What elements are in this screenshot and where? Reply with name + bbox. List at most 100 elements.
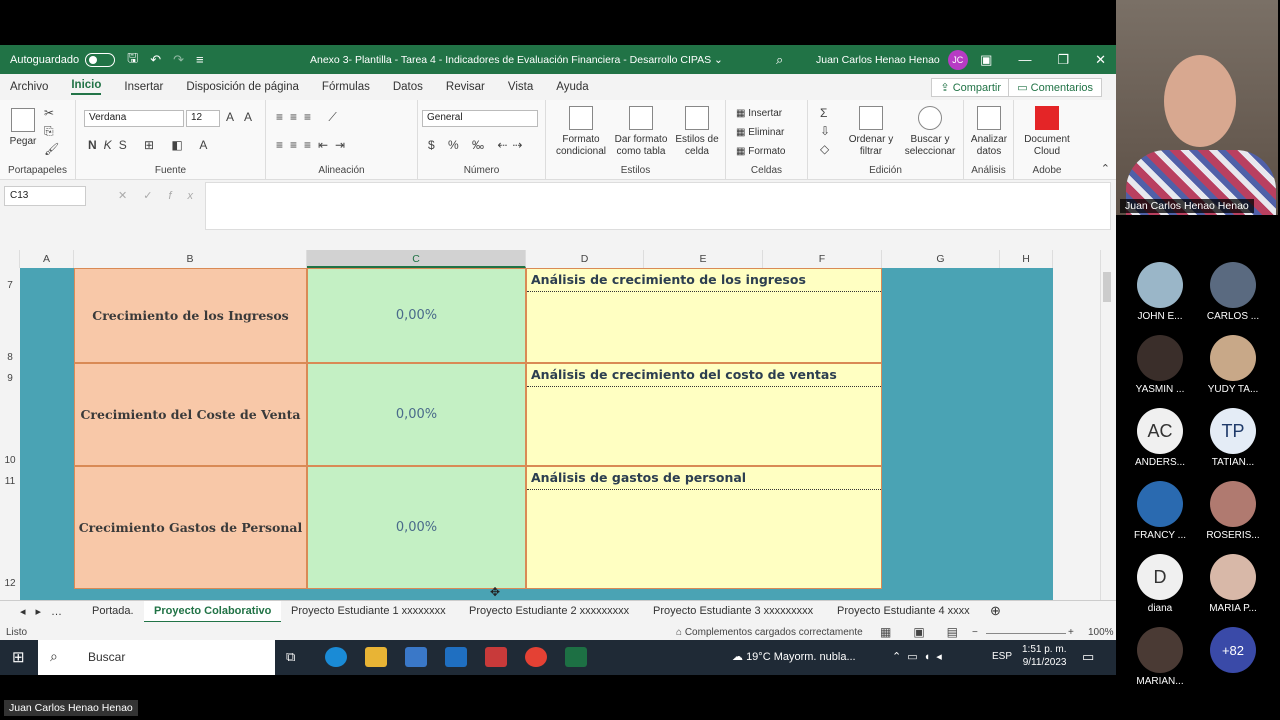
sheet-tab-estudiante-4[interactable]: Proyecto Estudiante 4 xxxx <box>837 605 970 617</box>
value-cell[interactable]: 0,00% <box>307 268 526 363</box>
participant-tile[interactable]: ROSERIS... <box>1198 481 1268 541</box>
sheet-nav-arrows[interactable]: ◂▸… <box>20 605 72 618</box>
font-name-select[interactable]: Verdana <box>84 110 184 127</box>
zoom-plus-icon[interactable]: + <box>1068 627 1074 638</box>
insert-button[interactable]: ▦ Insertar <box>736 104 785 123</box>
sheet-tab-estudiante-2[interactable]: Proyecto Estudiante 2 xxxxxxxxx <box>469 605 629 617</box>
search-icon[interactable]: ⌕ <box>776 52 783 68</box>
column-header-e[interactable]: E <box>644 250 763 268</box>
autosave[interactable]: Autoguardado <box>10 52 116 67</box>
font-size-select[interactable]: 12 <box>186 110 220 127</box>
document-title[interactable]: Anexo 3- Plantilla - Tarea 4 - Indicador… <box>310 54 723 66</box>
analysis-cell[interactable]: Análisis de crecimiento de los ingresos <box>526 268 882 363</box>
file-explorer-icon[interactable] <box>365 647 387 667</box>
customize-icon[interactable]: ≡ <box>196 52 204 67</box>
row-header-9[interactable]: 9 <box>0 373 20 384</box>
zoom-level[interactable]: 100% <box>1088 627 1114 638</box>
collapse-ribbon-icon[interactable]: ⌃ <box>1101 162 1110 175</box>
edge-icon[interactable] <box>325 647 347 667</box>
participant-tile[interactable]: JOHN E... <box>1125 262 1195 322</box>
column-header-g[interactable]: G <box>882 250 1000 268</box>
participant-tile[interactable]: YASMIN ... <box>1125 335 1195 395</box>
store-icon[interactable] <box>405 647 427 667</box>
participant-tile[interactable]: AC ANDERS... <box>1125 408 1195 468</box>
chrome-icon[interactable] <box>525 647 547 667</box>
more-participants-button[interactable]: +82 <box>1198 627 1268 676</box>
label-cell[interactable]: Crecimiento Gastos de Personal <box>74 466 307 589</box>
acrobat-taskbar-icon[interactable] <box>485 647 507 667</box>
paste-button[interactable]: Pegar <box>6 108 40 148</box>
column-header-a[interactable]: A <box>20 250 74 268</box>
row-header-12[interactable]: 12 <box>0 578 20 589</box>
conditional-format-button[interactable]: Formato condicional <box>552 106 610 158</box>
cell-styles-button[interactable]: Estilos de celda <box>672 106 722 158</box>
sheet-tab-estudiante-3[interactable]: Proyecto Estudiante 3 xxxxxxxxx <box>653 605 813 617</box>
find-select-button[interactable]: Buscar y seleccionar <box>900 106 960 158</box>
column-header-b[interactable]: B <box>74 250 307 268</box>
scroll-thumb[interactable] <box>1103 272 1111 302</box>
restore-icon[interactable]: ❐ <box>1057 52 1069 68</box>
comments-button[interactable]: ▭ Comentarios <box>1008 78 1102 97</box>
edit-tools[interactable]: Σ ⇩ ◇ <box>820 104 830 158</box>
zoom-minus-icon[interactable]: − <box>972 627 978 638</box>
label-cell[interactable]: Crecimiento del Coste de Venta <box>74 363 307 466</box>
task-view-icon[interactable]: ⧉ <box>286 649 295 665</box>
clock[interactable]: 1:51 p. m. 9/11/2023 <box>1022 643 1066 669</box>
value-cell[interactable]: 0,00% <box>307 363 526 466</box>
save-icon[interactable]: 🖫 <box>127 49 138 71</box>
font-size-buttons[interactable]: A A <box>226 110 256 124</box>
zoom-slider[interactable] <box>986 633 1066 634</box>
number-format-select[interactable]: General <box>422 110 538 127</box>
value-cell[interactable]: 0,00% <box>307 466 526 589</box>
vertical-scrollbar[interactable] <box>1100 250 1112 600</box>
font-style-buttons[interactable]: NKS ⊞ ◧ A <box>88 138 214 152</box>
vertical-align-buttons[interactable]: ≡≡≡ ⟋ <box>276 110 344 125</box>
name-box[interactable]: C13 <box>4 186 86 206</box>
participant-tile[interactable]: YUDY TA... <box>1198 335 1268 395</box>
horizontal-align-buttons[interactable]: ≡≡≡⇤⇥ <box>276 138 352 152</box>
column-header-d[interactable]: D <box>526 250 644 268</box>
participant-tile[interactable]: MARIAN... <box>1125 627 1195 687</box>
tab-ayuda[interactable]: Ayuda <box>556 81 588 93</box>
participant-tile[interactable]: FRANCY ... <box>1125 481 1195 541</box>
participant-tile[interactable]: MARIA P... <box>1198 554 1268 614</box>
close-icon[interactable]: ✕ <box>1095 52 1106 68</box>
sheet-tab-estudiante-1[interactable]: Proyecto Estudiante 1 xxxxxxxx <box>291 605 446 617</box>
cells-buttons[interactable]: ▦ Insertar ▦ Eliminar ▦ Formato <box>736 104 785 161</box>
windows-start-icon[interactable]: ⊞ <box>12 648 25 666</box>
tab-inicio[interactable]: Inicio <box>71 79 102 95</box>
view-buttons[interactable]: ▦▣▤ <box>880 625 980 639</box>
tab-vista[interactable]: Vista <box>508 81 533 93</box>
document-cloud-button[interactable]: Document Cloud <box>1018 106 1076 158</box>
row-header-7[interactable]: 7 <box>0 280 20 291</box>
clipboard-tools[interactable]: ✂ ⎘ 🖌 <box>44 104 64 158</box>
tab-formulas[interactable]: Fórmulas <box>322 81 370 93</box>
row-header-8[interactable]: 8 <box>0 352 20 363</box>
number-format-buttons[interactable]: $ % ‰ ⇠⇢ <box>428 138 527 152</box>
tab-datos[interactable]: Datos <box>393 81 423 93</box>
presenter-video[interactable]: Juan Carlos Henao Henao <box>1116 0 1278 215</box>
minimize-icon[interactable]: — <box>1018 52 1031 68</box>
ribbon-display-icon[interactable]: ▣ <box>980 52 992 68</box>
participant-tile[interactable]: TP TATIAN... <box>1198 408 1268 468</box>
autosave-toggle[interactable] <box>85 52 116 67</box>
row-header-11[interactable]: 11 <box>0 476 20 487</box>
weather-widget[interactable]: ☁ 19°C Mayorm. nubla... <box>732 650 856 663</box>
label-cell[interactable]: Crecimiento de los Ingresos <box>74 268 307 363</box>
select-all-corner[interactable] <box>0 250 20 268</box>
worksheet-grid[interactable]: Crecimiento de los Ingresos 0,00% Anális… <box>20 268 1053 600</box>
analysis-cell[interactable]: Análisis de crecimiento del costo de ven… <box>526 363 882 466</box>
notifications-icon[interactable]: ▭ <box>1082 649 1094 665</box>
tab-insertar[interactable]: Insertar <box>124 81 163 93</box>
table-format-button[interactable]: Dar formato como tabla <box>612 106 670 158</box>
participant-tile[interactable]: CARLOS ... <box>1198 262 1268 322</box>
undo-icon[interactable]: ↶ <box>150 52 161 68</box>
tab-revisar[interactable]: Revisar <box>446 81 485 93</box>
analyze-data-button[interactable]: Analizar datos <box>966 106 1012 158</box>
formula-input[interactable] <box>205 182 1111 230</box>
redo-icon[interactable]: ↷ <box>173 52 184 68</box>
column-header-h[interactable]: H <box>1000 250 1053 268</box>
delete-button[interactable]: ▦ Eliminar <box>736 123 785 142</box>
taskbar-search[interactable]: ⌕ Buscar <box>38 640 275 675</box>
sheet-tab-proyecto-colaborativo[interactable]: Proyecto Colaborativo <box>144 601 282 623</box>
